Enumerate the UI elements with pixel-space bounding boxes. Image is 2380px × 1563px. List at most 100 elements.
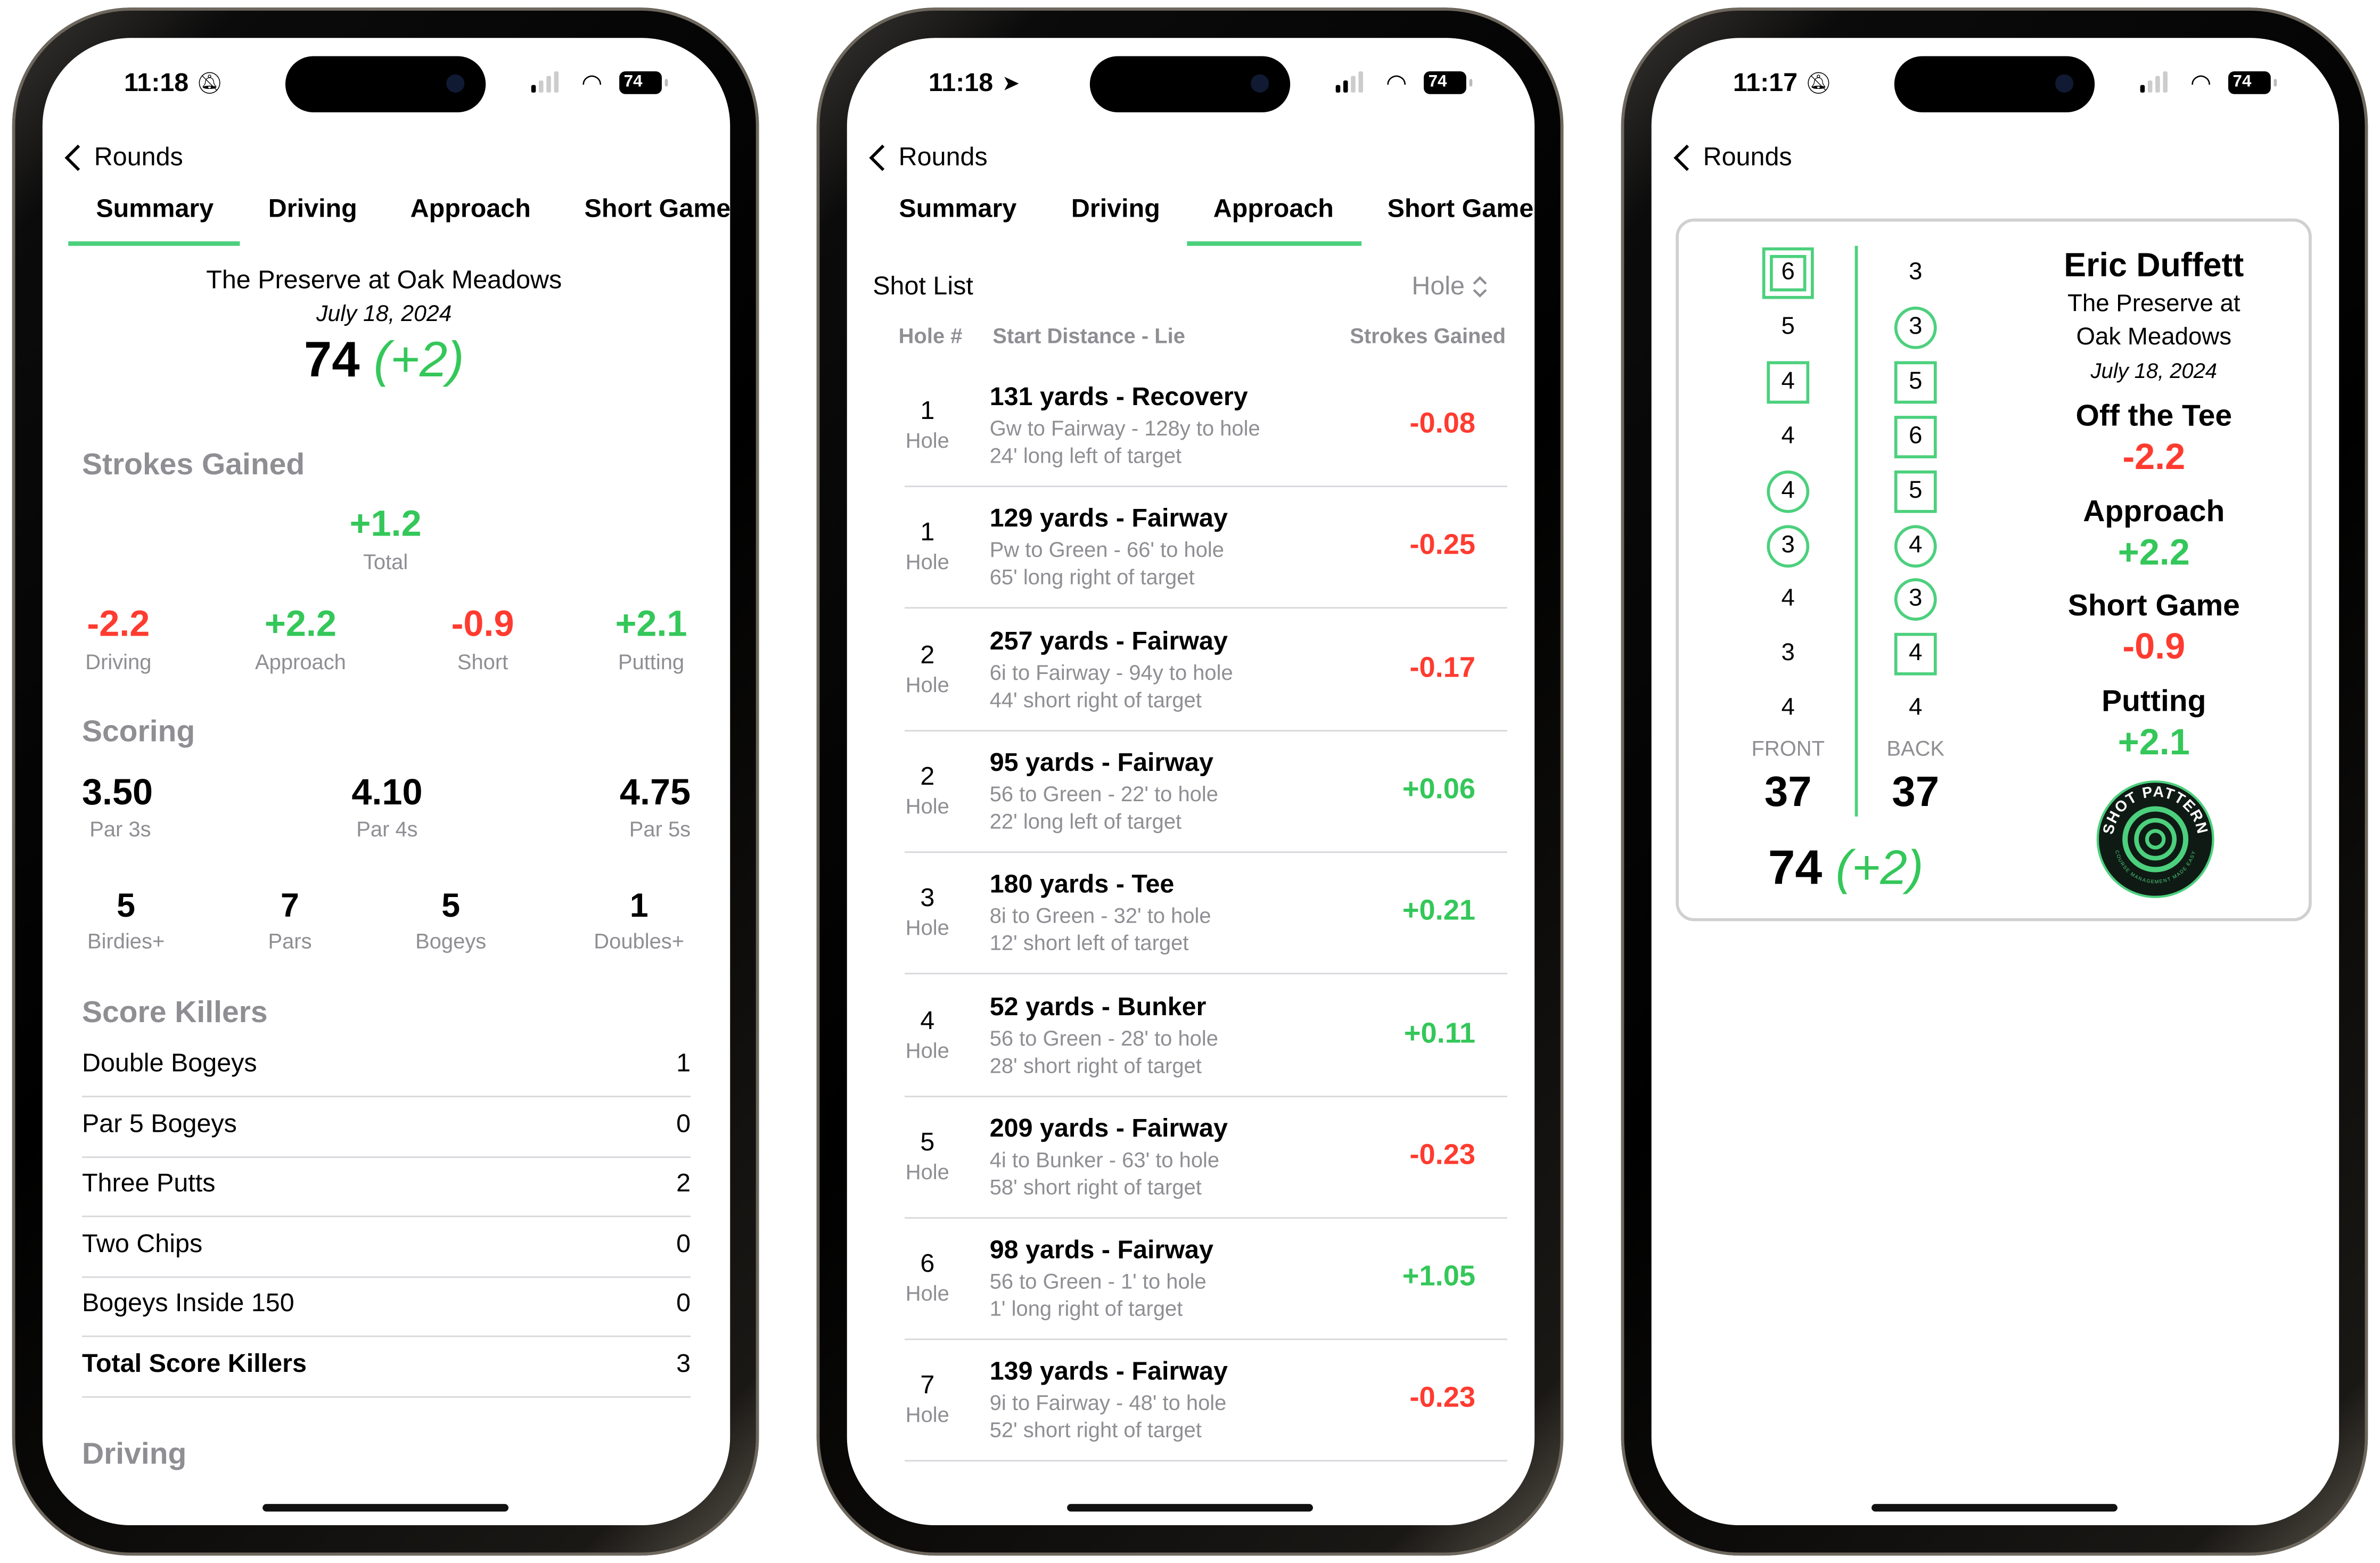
battery-icon: 74 xyxy=(619,71,668,94)
shot-hole-number: 3 xyxy=(920,883,935,912)
tab-driving[interactable]: Driving xyxy=(1071,194,1160,225)
shot-hole-number: 1 xyxy=(920,517,935,547)
shot-strokes-gained: -0.17 xyxy=(1409,652,1475,684)
score-killer-label: Par 5 Bogeys xyxy=(81,1108,237,1138)
shot-title: 129 yards - Fairway xyxy=(989,504,1228,533)
back-button[interactable]: Rounds xyxy=(1673,143,1792,173)
signal-icon xyxy=(1335,71,1364,93)
score-killer-label: Total Score Killers xyxy=(81,1349,307,1378)
par4-label: Par 4s xyxy=(356,816,418,841)
header-strokes-gained: Strokes Gained xyxy=(1350,323,1506,348)
hole-score-box: 4 xyxy=(1767,360,1810,404)
course-line-1: The Preserve at xyxy=(2067,291,2241,317)
header-distance: Start Distance - Lie xyxy=(992,323,1185,348)
shot-hole-label: Hole xyxy=(905,1403,949,1427)
signal-icon xyxy=(2140,71,2168,93)
category-label: Short Game xyxy=(2067,590,2240,624)
card-total-score: 74 (+2) xyxy=(1768,840,1924,896)
category-value: -2.2 xyxy=(2122,437,2186,479)
shot-row[interactable]: 6 Hole 98 yards - Fairway 56 to Green - 1' … xyxy=(847,1218,1534,1340)
hole-score-plain: 3 xyxy=(1909,259,1923,285)
wifi-icon: ◠ xyxy=(2190,71,2212,97)
shot-row[interactable]: 2 Hole 95 yards - Fairway 56 to Green - 22'… xyxy=(847,730,1534,853)
hole-score-circle: 3 xyxy=(1894,306,1937,349)
tab-approach[interactable]: Approach xyxy=(1213,194,1334,225)
bell-slash-icon: 🔕︎ xyxy=(1804,70,1832,95)
shot-row[interactable]: 7 Hole 139 yards - Fairway 9i to Fairway - … xyxy=(847,1339,1534,1462)
shot-row[interactable]: 1 Hole 131 yards - Recovery Gw to Fairway -… xyxy=(847,364,1534,488)
category-label: Off the Tee xyxy=(2075,400,2233,433)
course-name: The Preserve at Oak Meadows xyxy=(206,265,562,295)
par4-average: 4.10 xyxy=(351,772,423,814)
chevron-left-icon xyxy=(1673,144,1689,171)
shot-dispersion: 44' short right of target xyxy=(989,687,1202,711)
home-indicator[interactable] xyxy=(262,1504,509,1512)
dynamic-island xyxy=(1089,56,1291,112)
location-arrow-icon: ➤ xyxy=(1002,70,1020,95)
player-name: Eric Duffett xyxy=(2064,245,2244,284)
tab-short-game[interactable]: Short Game xyxy=(1388,194,1534,225)
shot-row[interactable]: 4 Hole 52 yards - Bunker 56 to Green - 28' … xyxy=(847,974,1534,1097)
shot-strokes-gained: +0.21 xyxy=(1402,895,1475,928)
active-tab-indicator xyxy=(1187,241,1362,246)
shot-result: 9i to Fairway - 48' to hole xyxy=(989,1391,1227,1416)
back-button[interactable]: Rounds xyxy=(868,143,988,173)
shot-dispersion: 52' short right of target xyxy=(989,1418,1202,1443)
shot-hole-number: 4 xyxy=(920,1005,935,1034)
shot-hole-label: Hole xyxy=(905,1281,949,1305)
shot-strokes-gained: -0.23 xyxy=(1409,1383,1475,1416)
shot-strokes-gained: -0.23 xyxy=(1409,1139,1475,1172)
category-label: Putting xyxy=(2102,685,2206,719)
shot-hole-number: 2 xyxy=(920,639,935,669)
shot-result: 56 to Green - 1' to hole xyxy=(989,1269,1207,1294)
score-count-value: 7 xyxy=(281,886,299,925)
score-killers-heading: Score Killers xyxy=(81,996,268,1030)
screen: 11:18 🔕︎ ◠ 74 Rounds Summary Driving App… xyxy=(42,38,731,1526)
hole-score-box: 4 xyxy=(1894,633,1937,676)
battery-icon: 74 xyxy=(2228,71,2277,94)
shot-result: Pw to Green - 66' to hole xyxy=(989,538,1224,562)
active-tab-indicator xyxy=(68,241,240,246)
shot-pattern-logo: SHOT PATTERN COURSE MANAGEMENT MADE EASY xyxy=(2096,780,2214,898)
hole-score-plain: 4 xyxy=(1781,586,1795,612)
shot-strokes-gained: -0.08 xyxy=(1409,408,1475,440)
tab-summary[interactable]: Summary xyxy=(96,194,214,225)
dynamic-island xyxy=(285,56,486,112)
score-killer-value: 0 xyxy=(676,1289,691,1318)
shot-row[interactable]: 3 Hole 180 yards - Tee 8i to Green - 32' to… xyxy=(847,852,1534,975)
shot-row[interactable]: 5 Hole 209 yards - Fairway 4i to Bunker - 6… xyxy=(847,1096,1534,1219)
back-label: Rounds xyxy=(1703,142,1792,172)
sort-picker[interactable]: Hole xyxy=(1411,272,1487,302)
shot-dispersion: 65' long right of target xyxy=(989,565,1195,589)
shot-strokes-gained: -0.25 xyxy=(1409,530,1475,562)
home-indicator[interactable] xyxy=(1067,1504,1313,1512)
shot-hole-number: 2 xyxy=(920,761,935,791)
shot-dispersion: 58' short right of target xyxy=(989,1174,1202,1199)
front-label: FRONT xyxy=(1751,736,1825,761)
tab-summary[interactable]: Summary xyxy=(899,194,1016,225)
sort-label: Hole xyxy=(1411,272,1465,301)
tab-driving[interactable]: Driving xyxy=(268,194,357,225)
battery-icon: 74 xyxy=(1424,71,1473,94)
divider xyxy=(81,1396,691,1398)
shot-hole-label: Hole xyxy=(905,671,949,696)
shot-hole-label: Hole xyxy=(905,549,949,574)
screen: 11:17 🔕︎ ◠ 74 Rounds 6 5 4 4 4 3 4 3 4 3 3 5 6 5 4 3 4 4… xyxy=(1651,38,2340,1526)
score-count-label: Bogeys xyxy=(415,928,487,953)
status-time: 11:18 xyxy=(124,68,189,97)
score-value: 74 xyxy=(303,331,360,387)
dynamic-island xyxy=(1894,56,2095,112)
shot-result: 4i to Bunker - 63' to hole xyxy=(989,1147,1220,1172)
status-time: 11:18 xyxy=(928,68,994,97)
sg-total-value: +1.2 xyxy=(349,504,422,545)
sg-total-label: Total xyxy=(363,549,408,574)
hole-score-plain: 3 xyxy=(1781,640,1795,667)
back-button[interactable]: Rounds xyxy=(64,143,183,173)
shot-row[interactable]: 1 Hole 129 yards - Fairway Pw to Green - 66… xyxy=(847,486,1534,610)
shot-row[interactable]: 2 Hole 257 yards - Fairway 6i to Fairway - … xyxy=(847,608,1534,731)
tab-short-game[interactable]: Short Game xyxy=(585,194,731,225)
tab-approach[interactable]: Approach xyxy=(411,194,531,225)
score-killer-value: 2 xyxy=(676,1169,691,1198)
shot-strokes-gained: +0.11 xyxy=(1404,1017,1475,1050)
home-indicator[interactable] xyxy=(1872,1504,2118,1512)
